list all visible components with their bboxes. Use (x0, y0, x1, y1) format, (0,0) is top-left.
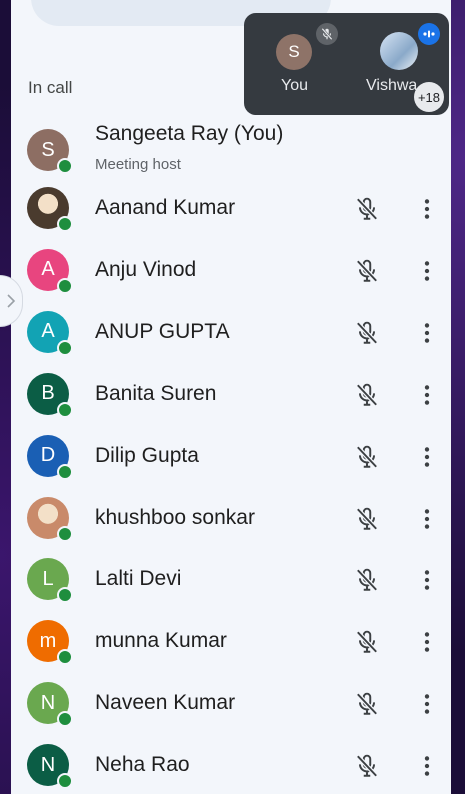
people-panel: In call S Sangeeta Ray (You) Meeting host A… (11, 0, 451, 794)
participant-name: khushboo sonkar (95, 505, 255, 529)
more-options-icon[interactable] (414, 506, 440, 532)
online-status-icon (57, 525, 73, 542)
participant-name: ANUP GUPTA (95, 319, 230, 343)
speaking-icon (418, 23, 440, 45)
mic-off-icon[interactable] (354, 320, 380, 346)
self-avatar: S (276, 34, 312, 70)
online-status-icon (57, 773, 73, 790)
more-participants-badge[interactable]: +18 (414, 82, 444, 112)
participant-row[interactable]: m munna Kumar (11, 611, 451, 673)
participant-role: Meeting host (95, 156, 181, 173)
participant-row[interactable]: A Anju Vinod (11, 240, 451, 302)
online-status-icon (57, 463, 73, 480)
more-options-icon[interactable] (414, 567, 440, 593)
more-options-icon[interactable] (414, 258, 440, 284)
avatar: m (27, 620, 73, 666)
more-options-icon[interactable] (414, 382, 440, 408)
section-title: In call (28, 78, 73, 97)
avatar: A (27, 248, 73, 294)
participant-name: Neha Rao (95, 753, 190, 777)
mic-off-icon[interactable] (354, 382, 380, 408)
participant-name: munna Kumar (95, 629, 227, 653)
more-options-icon[interactable] (414, 753, 440, 779)
online-status-icon (57, 649, 73, 666)
participant-row[interactable]: khushboo sonkar (11, 488, 451, 550)
online-status-icon (57, 587, 73, 604)
participant-name: Aanand Kumar (95, 196, 236, 219)
mic-off-icon (316, 23, 338, 45)
mic-off-icon[interactable] (354, 196, 380, 222)
avatar: S (27, 129, 73, 174)
participant-row[interactable]: S Sangeeta Ray (You) Meeting host (11, 120, 451, 182)
avatar: N (27, 744, 73, 790)
online-status-icon (57, 339, 73, 356)
self-view-overlay[interactable]: S You Vishwa +18 (244, 13, 449, 115)
participant-name: Anju Vinod (95, 257, 197, 281)
participant-name: Banita Suren (95, 381, 217, 405)
online-status-icon (57, 216, 73, 232)
mic-off-icon[interactable] (354, 506, 380, 532)
avatar: A (27, 310, 73, 356)
participant-row[interactable]: Aanand Kumar (11, 178, 451, 240)
more-options-icon[interactable] (414, 320, 440, 346)
participant-name: Dilip Gupta (95, 443, 199, 467)
online-status-icon (57, 711, 73, 728)
participant-row[interactable]: L Lalti Devi (11, 549, 451, 611)
self-label: You (281, 77, 308, 94)
more-options-icon[interactable] (414, 444, 440, 470)
profile-photo (27, 187, 73, 232)
participant-avatar (380, 32, 418, 70)
mic-off-icon[interactable] (354, 258, 380, 284)
online-status-icon (57, 158, 73, 174)
participant-tile-label: Vishwa (366, 77, 418, 94)
avatar: N (27, 682, 73, 728)
avatar: D (27, 434, 73, 480)
participant-row[interactable]: N Neha Rao (11, 735, 451, 794)
mic-off-icon[interactable] (354, 567, 380, 593)
mic-off-icon[interactable] (354, 629, 380, 655)
participant-name: Naveen Kumar (95, 691, 236, 715)
mic-off-icon[interactable] (354, 444, 380, 470)
avatar: B (27, 372, 73, 418)
participant-name: Lalti Devi (95, 567, 182, 591)
chevron-right-icon (7, 294, 16, 308)
mic-off-icon[interactable] (354, 691, 380, 717)
participant-row[interactable]: B Banita Suren (11, 364, 451, 426)
profile-photo (27, 496, 73, 542)
mic-off-icon[interactable] (354, 753, 380, 779)
more-options-icon[interactable] (414, 629, 440, 655)
more-options-icon[interactable] (414, 196, 440, 222)
online-status-icon (57, 401, 73, 418)
avatar: L (27, 558, 73, 604)
participant-name: Sangeeta Ray (You) (95, 122, 284, 145)
participant-row[interactable]: A ANUP GUPTA (11, 302, 451, 364)
participant-row[interactable]: D Dilip Gupta (11, 426, 451, 488)
more-options-icon[interactable] (414, 691, 440, 717)
online-status-icon (57, 277, 73, 294)
participant-row[interactable]: N Naveen Kumar (11, 673, 451, 735)
